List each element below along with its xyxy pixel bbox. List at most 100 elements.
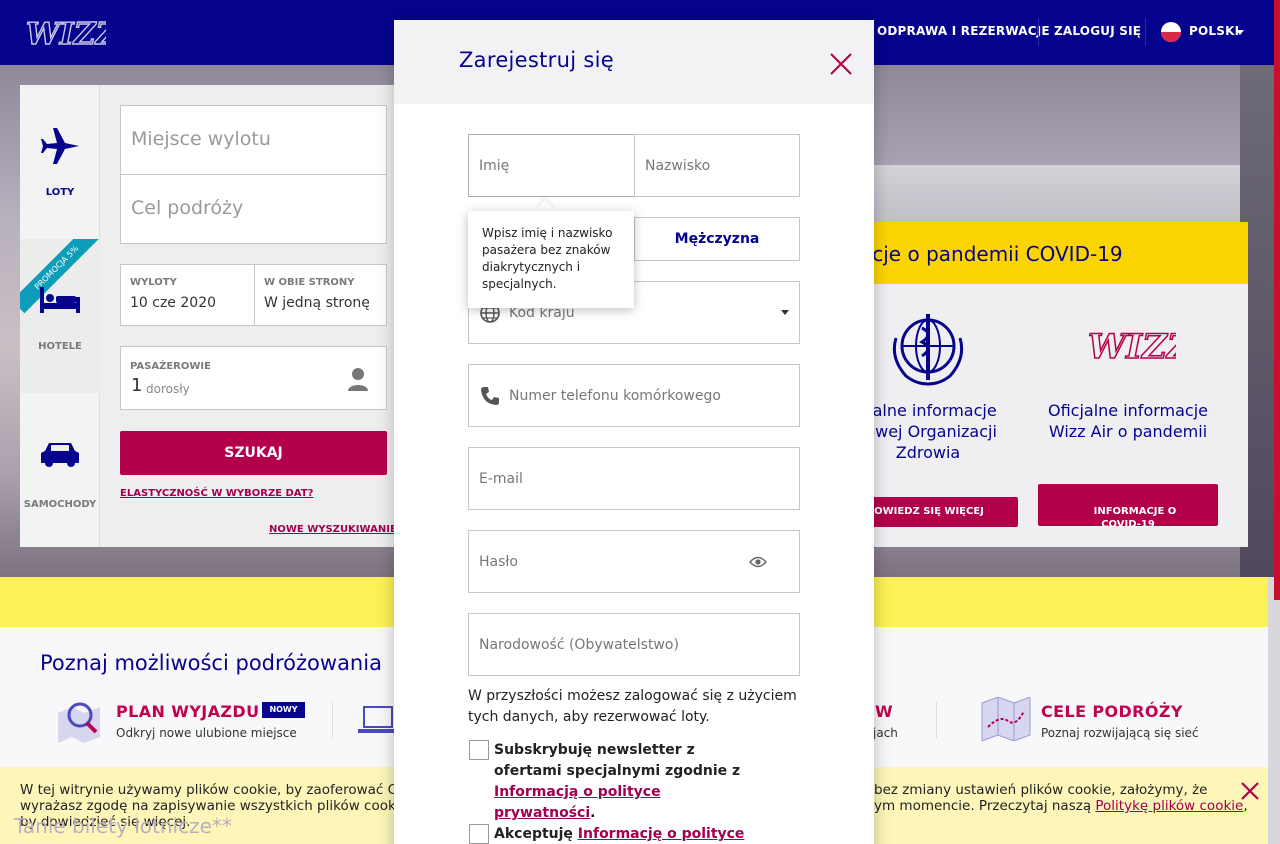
nav-checkin-booking[interactable]: ODPRAWA I REZERWACJE <box>877 24 1050 38</box>
bed-icon <box>40 287 80 313</box>
who-logo-icon <box>892 314 964 386</box>
passengers-unit: dorosły <box>146 382 190 396</box>
covid-title: acje o pandemii COVID-19 <box>860 242 1123 266</box>
newsletter-checkbox[interactable] <box>469 740 489 760</box>
nav-divider <box>1145 18 1146 46</box>
wizz-logo-icon: WIZZ <box>1087 326 1176 368</box>
passengers-field[interactable]: PASAŻEROWIE 1 dorosły <box>120 346 387 410</box>
privacy-policy-link[interactable]: Informacją o polityce prywatności <box>494 784 661 821</box>
map-icon <box>981 697 1031 741</box>
departure-label: WYLOTY <box>130 277 177 288</box>
modal-header: Zarejestruj się <box>394 20 874 104</box>
chevron-down-icon <box>781 310 789 315</box>
login-info-text: W przyszłości możesz zalogować się z uży… <box>468 688 797 725</box>
origin-placeholder: Miejsce wylotu <box>131 128 271 150</box>
page-scroll-indicator <box>1274 0 1280 600</box>
flexible-dates-link[interactable]: ELASTYCZNOŚĆ W WYBORZE DAT? <box>120 488 313 499</box>
password-placeholder: Hasło <box>479 553 518 570</box>
trip-planner-subtitle: Odkryj nowe ulubione miejsce <box>116 726 297 740</box>
passengers-label: PASAŻEROWIE <box>130 361 211 372</box>
phone-icon <box>481 386 499 405</box>
car-icon <box>41 443 79 467</box>
return-date-field[interactable]: W OBIE STRONY W jedną stronę <box>254 264 387 326</box>
trip-planner-title[interactable]: PLAN WYJAZDU <box>116 702 260 721</box>
accept-terms-text: Akceptuję Informację o polityce <box>494 824 794 844</box>
cookie-text-line2: wyrażasz zgodę na zapisywanie wszystkich… <box>20 798 408 814</box>
return-value: W jedną stronę <box>264 295 370 311</box>
deals-subtitle: jach <box>873 726 898 740</box>
cookie-text-line1-end: bez zmiany ustawień plików cookie, założ… <box>874 782 1208 798</box>
deals-title[interactable]: W <box>875 702 893 721</box>
chevron-down-icon <box>1236 30 1244 35</box>
passengers-count: 1 <box>131 375 143 396</box>
tab-flights[interactable]: LOTY <box>20 85 100 239</box>
cookie-close-icon[interactable] <box>1239 780 1261 802</box>
close-icon[interactable] <box>829 52 853 76</box>
destinations-title[interactable]: CELE PODRÓŻY <box>1041 702 1183 721</box>
register-modal: Zarejestruj się Imię Nazwisko Mężczyzna … <box>394 20 874 844</box>
option-divider <box>332 702 333 738</box>
accept-terms-checkbox[interactable] <box>469 824 489 844</box>
person-icon <box>348 368 368 391</box>
svg-text:WIZZ: WIZZ <box>26 17 106 52</box>
new-search-link[interactable]: NOWE WYSZUKIWANIE <box>269 524 397 535</box>
who-learn-more-label: OWIEDZ SIĘ WIĘCEJ <box>874 506 984 517</box>
gender-male-label: Mężczyzna <box>674 231 760 247</box>
option-divider <box>936 702 937 738</box>
gender-male-button[interactable]: Mężczyzna <box>634 217 800 261</box>
accept-label: Akceptuję <box>494 826 573 842</box>
cookie-policy-link[interactable]: Politykę plików cookie <box>1095 798 1243 814</box>
accept-policy-link[interactable]: Informację o polityce <box>578 826 745 842</box>
departure-date-field[interactable]: WYLOTY 10 cze 2020 <box>120 264 255 326</box>
last-name-placeholder: Nazwisko <box>645 157 711 174</box>
first-name-input[interactable]: Imię <box>468 134 635 197</box>
destination-placeholder: Cel podróży <box>131 197 244 219</box>
tab-hotels-label: HOTELE <box>38 341 82 352</box>
covid-info-panel: acje o pandemii COVID-19 WIZZ cjalne inf… <box>840 222 1248 547</box>
language-selector[interactable]: POLSKI <box>1189 24 1239 38</box>
cookie-text-line2-right: ym momencie. Przeczytaj naszą <box>874 798 1092 814</box>
covid-header: acje o pandemii COVID-19 <box>840 222 1248 284</box>
email-placeholder: E-mail <box>479 470 523 487</box>
newsletter-period: . <box>590 805 596 821</box>
tab-flights-label: LOTY <box>45 187 75 198</box>
tab-cars[interactable]: SAMOCHODY <box>20 393 100 547</box>
search-button[interactable]: SZUKAJ <box>120 431 387 475</box>
new-badge: NOWY <box>262 702 305 718</box>
search-tabs: LOTY PROMOCJA 5% HOTELE SAMOCHODY <box>20 85 100 547</box>
plane-icon <box>41 128 79 164</box>
phone-input[interactable]: Numer telefonu komórkowego <box>468 364 800 427</box>
poland-flag-icon <box>1161 22 1181 42</box>
nationality-input[interactable]: Narodowość (Obywatelstwo) <box>468 613 800 676</box>
last-name-input[interactable]: Nazwisko <box>634 134 800 197</box>
covid-info-button[interactable]: INFORMACJE O COVID-19 <box>1038 484 1218 530</box>
nav-login[interactable]: ZALOGUJ SIĘ <box>1054 24 1141 38</box>
eye-icon[interactable] <box>749 556 767 568</box>
travel-options-title: Poznaj możliwości podróżowania <box>40 651 382 675</box>
wizz-logo[interactable]: WIZZ <box>24 14 106 52</box>
map-search-icon <box>58 702 100 743</box>
first-name-placeholder: Imię <box>479 157 510 174</box>
laptop-icon <box>358 706 398 733</box>
newsletter-text: Subskrybuję newsletter z ofertami specja… <box>494 740 754 824</box>
destination-input[interactable]: Cel podróży <box>120 174 387 244</box>
origin-input[interactable]: Miejsce wylotu <box>120 105 387 183</box>
tab-hotels[interactable]: PROMOCJA 5% HOTELE <box>20 239 100 393</box>
name-hint-tooltip: Wpisz imię i nazwisko pasażera bez znakó… <box>468 211 634 308</box>
cheap-flights-heading: Tanie bilety lotnicze** <box>14 814 232 838</box>
phone-placeholder: Numer telefonu komórkowego <box>509 387 721 404</box>
newsletter-label: Subskrybuję newsletter z ofertami specja… <box>494 742 741 779</box>
password-input[interactable]: Hasło <box>468 530 800 593</box>
wizz-info-title: Oficjalne informacje Wizz Air o pandemii <box>1047 401 1208 441</box>
modal-title: Zarejestruj się <box>459 48 614 72</box>
cookie-text-line1: W tej witrynie używamy plików cookie, by… <box>20 782 401 798</box>
departure-value: 10 cze 2020 <box>130 295 217 311</box>
name-hint-text: Wpisz imię i nazwisko pasażera bez znakó… <box>482 226 613 291</box>
email-input[interactable]: E-mail <box>468 447 800 510</box>
destinations-subtitle: Poznaj rozwijającą się sieć <box>1041 726 1199 740</box>
svg-text:WIZZ: WIZZ <box>1088 327 1176 367</box>
return-label: W OBIE STRONY <box>264 277 355 288</box>
tab-cars-label: SAMOCHODY <box>23 499 97 510</box>
nav-divider <box>1038 18 1039 46</box>
covid-info-button-label: INFORMACJE O COVID-19 <box>1093 506 1177 530</box>
